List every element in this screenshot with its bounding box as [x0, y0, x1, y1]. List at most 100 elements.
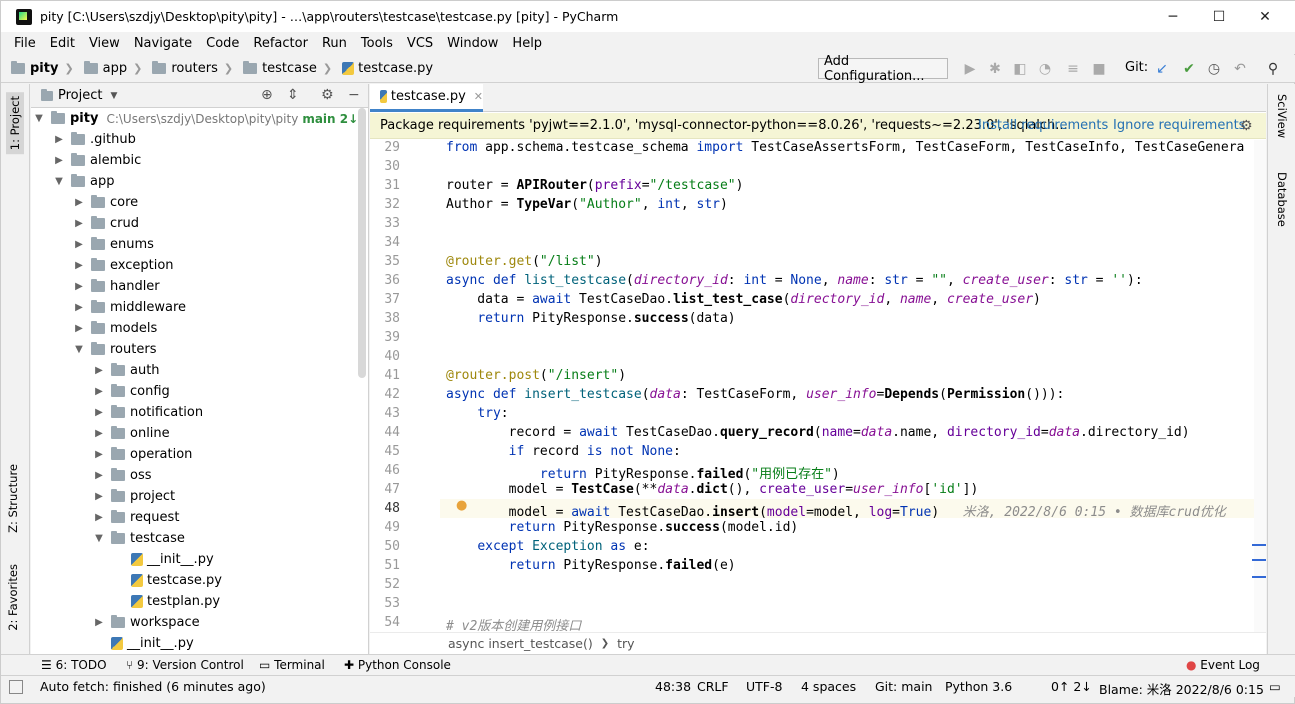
gear-icon[interactable]: ⚙: [321, 87, 334, 103]
tree-item[interactable]: ▶ online: [93, 423, 170, 444]
chevron-right-icon[interactable]: ▶: [73, 323, 85, 334]
git-rollback-icon[interactable]: ↶: [1232, 61, 1248, 77]
nav-crumb-testcase-py[interactable]: testcase.py: [342, 61, 433, 76]
chevron-right-icon[interactable]: ▶: [73, 302, 85, 313]
nav-crumb-routers[interactable]: routers ❯: [152, 61, 233, 76]
chevron-right-icon[interactable]: ▶: [93, 386, 105, 397]
stop-icon[interactable]: ■: [1091, 61, 1107, 77]
chevron-down-icon[interactable]: ▼: [73, 344, 85, 355]
chevron-right-icon[interactable]: ▶: [73, 218, 85, 229]
chevron-right-icon[interactable]: ▶: [93, 617, 105, 628]
nav-crumb-app[interactable]: app ❯: [83, 61, 142, 76]
tree-item[interactable]: ▼ testcase: [93, 528, 185, 549]
install-requirements-link[interactable]: Install requirements: [978, 118, 1108, 133]
ignore-requirements-link[interactable]: Ignore requirements: [1113, 118, 1245, 133]
menu-code[interactable]: Code: [199, 36, 246, 51]
add-configuration-button[interactable]: Add Configuration...: [818, 54, 948, 84]
chevron-right-icon[interactable]: ▶: [73, 197, 85, 208]
python-interpreter[interactable]: Python 3.6: [945, 679, 1012, 694]
tree-item[interactable]: testcase.py: [113, 570, 222, 591]
tree-item-root[interactable]: ▼ pity C:\Users\szdjy\Desktop\pity\pity mai…: [33, 108, 358, 129]
favorites-tool-tab[interactable]: 2: Favorites: [6, 564, 20, 631]
sciview-tool-tab[interactable]: SciView: [1275, 94, 1289, 138]
menu-view[interactable]: View: [82, 36, 127, 51]
database-tool-tab[interactable]: Database: [1275, 172, 1289, 227]
chevron-right-icon[interactable]: ▶: [53, 155, 65, 166]
git-branch[interactable]: Git: main: [875, 679, 932, 694]
menu-edit[interactable]: Edit: [43, 36, 82, 51]
breadcrumb-function[interactable]: async insert_testcase(): [448, 636, 593, 651]
tree-item[interactable]: ▼ app: [53, 171, 114, 192]
tree-item[interactable]: __init__.py: [113, 549, 214, 570]
chevron-down-icon[interactable]: ▼: [110, 91, 117, 101]
status-message[interactable]: Auto fetch: finished (6 minutes ago): [40, 679, 266, 694]
debug-icon[interactable]: ✱: [987, 61, 1003, 77]
menu-file[interactable]: File: [7, 36, 43, 51]
close-tab-icon[interactable]: ✕: [474, 90, 483, 103]
chevron-right-icon[interactable]: ▶: [53, 134, 65, 145]
locate-icon[interactable]: ⊕: [261, 87, 273, 103]
tree-item[interactable]: ▶ .github: [53, 129, 136, 150]
tree-item[interactable]: ▶ project: [93, 486, 175, 507]
git-incoming-outgoing[interactable]: 0↑ 2↓: [1051, 679, 1092, 694]
chevron-right-icon[interactable]: ▶: [93, 449, 105, 460]
file-encoding[interactable]: UTF-8: [746, 679, 782, 694]
python-console-tool-tab[interactable]: ✚ Python Console: [344, 658, 451, 672]
tree-item[interactable]: ▶ core: [73, 192, 138, 213]
tree-item[interactable]: ▶ handler: [73, 276, 160, 297]
git-history-icon[interactable]: ◷: [1206, 61, 1222, 77]
run-icon[interactable]: ▶: [962, 61, 978, 77]
terminal-tool-tab[interactable]: ▭ Terminal: [259, 658, 325, 672]
menu-tools[interactable]: Tools: [354, 36, 400, 51]
chevron-right-icon[interactable]: ▶: [93, 365, 105, 376]
project-view-selector[interactable]: Project: [58, 88, 102, 103]
tree-item[interactable]: ▶ alembic: [53, 150, 141, 171]
tree-item[interactable]: ▶ auth: [93, 360, 160, 381]
tree-item[interactable]: ▼ routers: [73, 339, 156, 360]
chevron-right-icon[interactable]: ▶: [73, 239, 85, 250]
hide-icon[interactable]: −: [348, 87, 360, 103]
menu-run[interactable]: Run: [315, 36, 354, 51]
tree-item[interactable]: ▶ request: [93, 507, 179, 528]
chevron-right-icon[interactable]: ▶: [73, 260, 85, 271]
chevron-right-icon[interactable]: ▶: [93, 491, 105, 502]
coverage-icon[interactable]: ◧: [1012, 61, 1028, 77]
menu-refactor[interactable]: Refactor: [246, 36, 315, 51]
tree-item[interactable]: ▶ operation: [93, 444, 192, 465]
line-separator[interactable]: CRLF: [697, 679, 729, 694]
menu-vcs[interactable]: VCS: [400, 36, 440, 51]
tree-item[interactable]: ▶ enums: [73, 234, 154, 255]
tree-item[interactable]: ▶ crud: [73, 213, 139, 234]
collapse-all-icon[interactable]: ⇕: [287, 87, 299, 103]
memory-indicator-icon[interactable]: ▭: [1269, 679, 1281, 694]
chevron-right-icon[interactable]: ▶: [93, 428, 105, 439]
git-blame[interactable]: Blame: 米洛 2022/8/6 0:15: [1099, 679, 1264, 698]
menu-window[interactable]: Window: [440, 36, 505, 51]
minimize-button[interactable]: ─: [1150, 1, 1196, 32]
tree-item[interactable]: ▶ middleware: [73, 297, 186, 318]
tree-scrollbar[interactable]: [358, 108, 366, 378]
indent-setting[interactable]: 4 spaces: [801, 679, 856, 694]
menu-help[interactable]: Help: [505, 36, 549, 51]
breadcrumb-try[interactable]: try: [617, 636, 634, 651]
structure-tool-tab[interactable]: Z: Structure: [6, 464, 20, 533]
close-button[interactable]: ✕: [1242, 1, 1288, 32]
todo-tool-tab[interactable]: ☰ 6: TODO: [41, 658, 107, 672]
tree-item[interactable]: __init__.py: [93, 633, 194, 654]
nav-crumb-pity[interactable]: pity ❯: [11, 61, 74, 76]
event-log-tool-tab[interactable]: ● Event Log: [1186, 658, 1260, 672]
chevron-right-icon[interactable]: ▶: [73, 281, 85, 292]
menu-navigate[interactable]: Navigate: [127, 36, 199, 51]
tree-item[interactable]: ▶ exception: [73, 255, 174, 276]
tree-item[interactable]: ▶ notification: [93, 402, 203, 423]
tree-item[interactable]: ▶ config: [93, 381, 170, 402]
tab-testcase-py[interactable]: testcase.py ✕: [370, 84, 483, 112]
tool-windows-icon[interactable]: [9, 680, 23, 694]
chevron-right-icon[interactable]: ▶: [93, 512, 105, 523]
tree-item[interactable]: testplan.py: [113, 591, 220, 612]
search-icon[interactable]: ⚲: [1265, 61, 1281, 77]
build-icon[interactable]: ≡: [1065, 61, 1081, 77]
nav-crumb-testcase[interactable]: testcase ❯: [243, 61, 332, 76]
maximize-button[interactable]: ☐: [1196, 1, 1242, 32]
tree-item[interactable]: ▶ oss: [93, 465, 152, 486]
